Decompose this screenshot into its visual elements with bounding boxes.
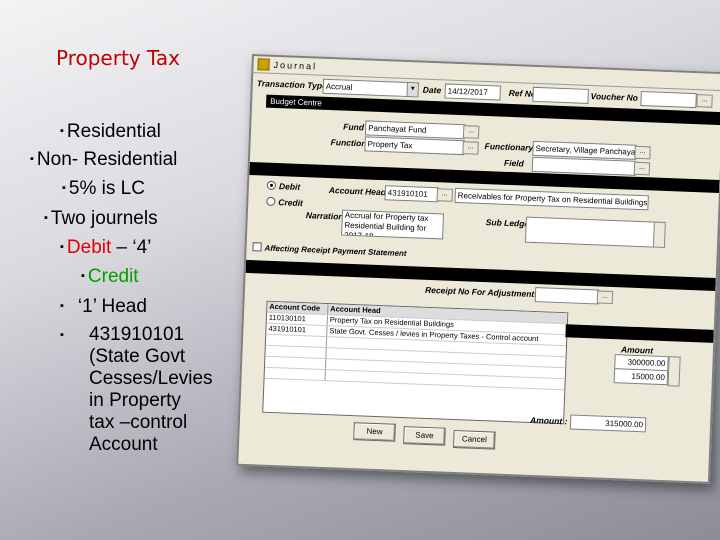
bullet-marker: ▪: [81, 270, 85, 282]
voucher-no-label: Voucher No: [590, 91, 639, 103]
debit-radio[interactable]: Debit: [266, 180, 300, 192]
bullet-marker: ▪: [62, 182, 66, 194]
chevron-down-icon: ▼: [406, 82, 418, 97]
voucher-no-field[interactable]: [640, 90, 697, 109]
account-head-field[interactable]: 431910101: [384, 185, 440, 203]
bullet-credit: ▪ Credit: [81, 266, 139, 287]
receipt-no-field[interactable]: [534, 287, 600, 305]
bullet-lc: ▪ 5% is LC: [62, 178, 145, 199]
bullet-debit: ▪ Debit – ‘4’: [60, 237, 152, 258]
bullet-marker: ▪: [60, 125, 64, 137]
account-head-description: Receivables for Property Tax on Resident…: [454, 187, 649, 211]
function-label: Function: [330, 137, 367, 149]
date-field[interactable]: 14/12/2017: [444, 83, 501, 101]
radio-selected-icon: [266, 180, 277, 191]
bullet-two-journels: ▪ Two journels: [44, 208, 158, 229]
bullet-non-residential: ▪ Non- Residential: [30, 149, 178, 170]
bullet-marker: ▪: [60, 300, 64, 312]
radio-unselected-icon: [266, 196, 276, 207]
bullet-head: ▪ ‘1’ Head: [60, 296, 147, 317]
field-lookup-button[interactable]: ...: [633, 161, 651, 176]
fund-lookup-button[interactable]: ...: [462, 125, 480, 139]
bullet-marker: ▪: [30, 153, 34, 165]
amount-scrollbar[interactable]: [667, 356, 681, 387]
journal-window-screenshot: Journal Transaction Type : Accrual ▼ Dat…: [236, 54, 720, 484]
functionary-lookup-button[interactable]: ...: [634, 145, 651, 160]
sub-ledger-field[interactable]: [524, 216, 656, 248]
transaction-type-select[interactable]: Accrual ▼: [322, 78, 420, 98]
cancel-button[interactable]: Cancel: [453, 430, 496, 450]
narration-label: Narration: [305, 210, 344, 222]
receipt-lookup-button[interactable]: ...: [596, 290, 614, 305]
bullet-marker: ▪: [60, 241, 64, 253]
narration-field[interactable]: Accrual for Property tax Residential Bui…: [341, 209, 445, 240]
app-icon: [257, 58, 270, 71]
voucher-lookup-button[interactable]: ...: [696, 94, 713, 108]
bullet-marker: ▪: [60, 329, 64, 341]
amount-total-label: Amount :: [529, 414, 568, 427]
slide-title: Property Tax: [56, 46, 180, 70]
field-label: Field: [503, 157, 525, 169]
affecting-receipt-checkbox[interactable]: Affecting Receipt Payment Statement: [252, 242, 407, 258]
credit-radio[interactable]: Credit: [266, 196, 303, 208]
grid-top-bar: [565, 324, 714, 343]
checkbox-icon: [252, 242, 262, 252]
functionary-label: Functionary: [484, 141, 534, 153]
ref-no-field[interactable]: [532, 86, 589, 104]
window-title: Journal: [273, 59, 318, 72]
function-lookup-button[interactable]: ...: [462, 141, 479, 155]
account-head-lookup-button[interactable]: ...: [436, 188, 453, 202]
sub-ledger-scrollbar[interactable]: [652, 221, 666, 248]
new-button[interactable]: New: [353, 422, 396, 442]
fund-label: Fund: [343, 121, 365, 133]
account-head-label: Account Head: [328, 185, 387, 198]
function-field[interactable]: Property Tax: [364, 136, 465, 156]
bullet-control-account: ▪ 431910101 (State Govt Cesses/Levies in…: [60, 324, 213, 455]
save-button[interactable]: Save: [403, 426, 446, 446]
date-label: Date: [422, 84, 442, 96]
receipt-no-label: Receipt No For Adjustments: [424, 284, 540, 300]
transaction-type-label: Transaction Type :: [256, 78, 333, 92]
amount-total-field: 315000.00: [569, 414, 647, 433]
bullet-residential: ▪ Residential: [60, 121, 161, 142]
bullet-marker: ▪: [44, 212, 48, 224]
amount-row-2[interactable]: 15000.00: [613, 368, 669, 386]
account-grid: Account Code Account Head 110130101 Prop…: [262, 300, 569, 425]
